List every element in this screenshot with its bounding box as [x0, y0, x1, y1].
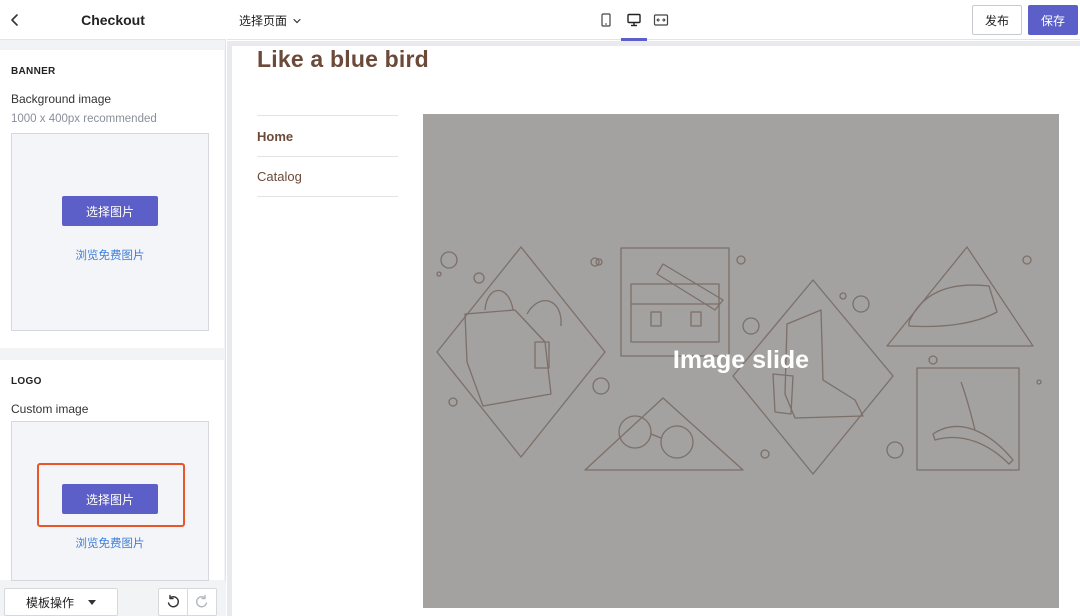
- image-slide[interactable]: Image slide: [423, 114, 1059, 608]
- preview-canvas: Like a blue bird Home Catalog Image slid…: [227, 41, 1080, 616]
- template-actions-label: 模板操作: [25, 595, 74, 610]
- banner-panel: BANNER Background image 1000 x 400px rec…: [0, 50, 224, 348]
- page-select-dropdown[interactable]: 选择页面: [239, 12, 302, 29]
- logo-browse-free-images-link[interactable]: 浏览免费图片: [12, 535, 208, 551]
- publish-button[interactable]: 发布: [972, 5, 1022, 35]
- redo-icon: [195, 594, 208, 608]
- desktop-icon[interactable]: [626, 12, 642, 28]
- settings-sidebar: Checkout BANNER Background image 1000 x …: [0, 0, 226, 616]
- store-preview-page: Like a blue bird Home Catalog Image slid…: [232, 46, 1080, 616]
- logo-section-title: LOGO: [11, 376, 42, 387]
- banner-choose-image-button[interactable]: 选择图片: [62, 196, 158, 226]
- sidebar-footer: 模板操作: [0, 582, 226, 616]
- undo-icon: [167, 594, 180, 608]
- background-image-hint: 1000 x 400px recommended: [11, 113, 157, 125]
- sidebar-title: Checkout: [81, 12, 145, 28]
- nav-item-home[interactable]: Home: [257, 115, 398, 156]
- custom-image-label: Custom image: [11, 402, 89, 416]
- store-nav: Home Catalog: [257, 115, 398, 197]
- sidebar-header: Checkout: [0, 0, 226, 40]
- nav-item-catalog[interactable]: Catalog: [257, 156, 398, 197]
- store-title[interactable]: Like a blue bird: [257, 46, 429, 73]
- background-image-dropzone[interactable]: 选择图片 浏览免费图片: [11, 133, 209, 331]
- banner-section-title: BANNER: [11, 66, 56, 77]
- banner-browse-free-images-link[interactable]: 浏览免费图片: [12, 247, 208, 263]
- highlight-annotation: [37, 463, 185, 527]
- template-actions-dropdown[interactable]: 模板操作: [4, 588, 118, 616]
- undo-button[interactable]: [158, 588, 188, 616]
- redo-button[interactable]: [187, 588, 217, 616]
- chevron-down-icon: [293, 18, 301, 23]
- caret-down-icon: [88, 599, 96, 605]
- save-button[interactable]: 保存: [1028, 5, 1078, 35]
- slide-caption: Image slide: [672, 346, 810, 374]
- editor-toolbar: 选择页面 发布 保存: [227, 0, 1080, 41]
- page-select-label: 选择页面: [239, 14, 288, 28]
- background-image-label: Background image: [11, 92, 112, 106]
- fullwidth-icon[interactable]: [653, 12, 669, 28]
- mobile-icon[interactable]: [598, 12, 614, 28]
